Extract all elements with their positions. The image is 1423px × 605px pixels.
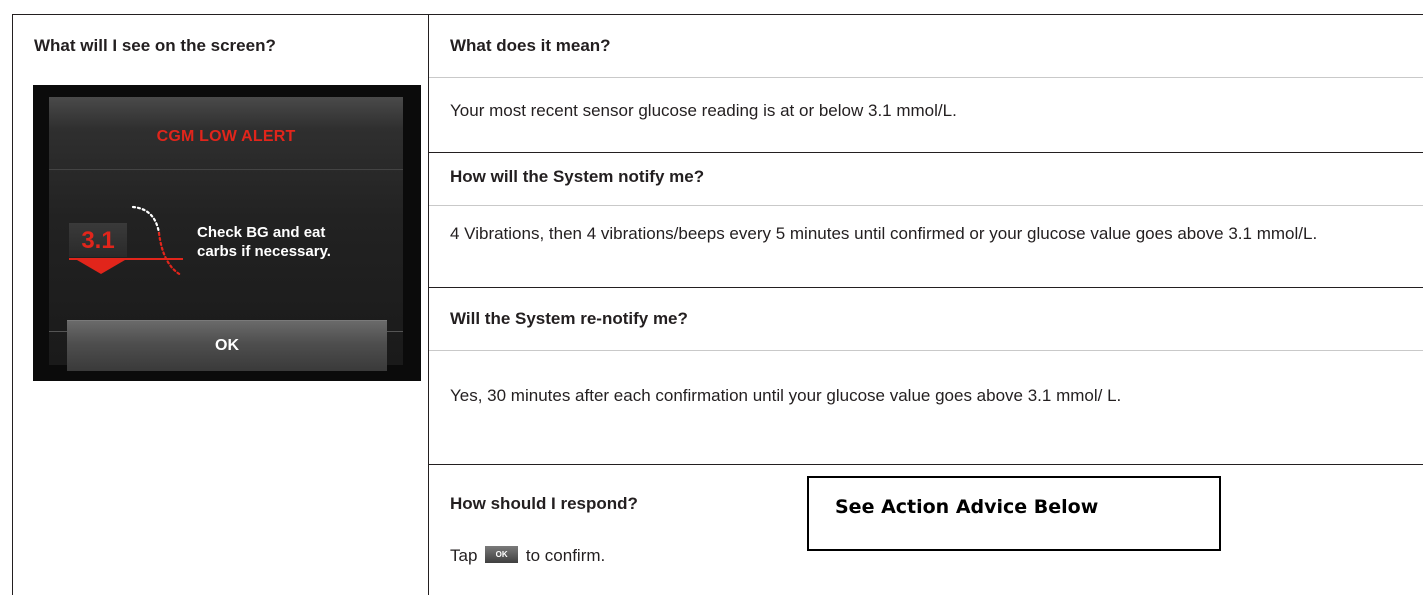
row-label: How will the System notify me? bbox=[450, 167, 705, 186]
row-divider bbox=[429, 77, 1423, 78]
row-body: Yes, 30 minutes after each confirmation … bbox=[450, 386, 1122, 405]
glucose-value: 3.1 bbox=[81, 227, 115, 254]
left-column: What will I see on the screen? CGM LOW A… bbox=[13, 15, 429, 595]
screen-heading: What will I see on the screen? bbox=[34, 36, 276, 55]
row-notify: How will the System notify me? 4 Vibrati… bbox=[429, 153, 1423, 288]
row-label: How should I respond? bbox=[450, 494, 638, 513]
row-divider bbox=[429, 350, 1423, 351]
downward-dotted-trend-icon bbox=[131, 205, 183, 277]
alert-title: CGM LOW ALERT bbox=[156, 128, 296, 145]
row-renotify: Will the System re-notify me? Yes, 30 mi… bbox=[429, 288, 1423, 465]
row-label: What does it mean? bbox=[450, 36, 611, 55]
action-advice-box: See Action Advice Below bbox=[807, 476, 1221, 551]
row-meaning: What does it mean? Your most recent sens… bbox=[429, 15, 1423, 153]
row-body: Your most recent sensor glucose reading … bbox=[450, 101, 957, 120]
down-arrow-icon bbox=[77, 260, 125, 274]
glucose-value-box: 3.1 bbox=[69, 223, 127, 257]
row-body: 4 Vibrations, then 4 vibrations/beeps ev… bbox=[450, 224, 1318, 243]
row-body-prefix: Tap bbox=[450, 546, 478, 565]
row-label: Will the System re-notify me? bbox=[450, 309, 688, 328]
ok-chip-icon: OK bbox=[485, 546, 519, 564]
row-body-suffix: to confirm. bbox=[525, 546, 606, 565]
row-divider bbox=[429, 205, 1423, 206]
alert-message: Check BG and eat carbs if necessary. bbox=[197, 223, 331, 261]
ok-button[interactable]: OK bbox=[67, 320, 387, 371]
dialog-divider bbox=[49, 169, 403, 170]
alert-message-line2: carbs if necessary. bbox=[197, 243, 331, 260]
device-screen: CGM LOW ALERT 3.1 Check BG and eat carbs… bbox=[33, 85, 421, 381]
action-advice-text: See Action Advice Below bbox=[835, 496, 1099, 518]
alert-message-line1: Check BG and eat bbox=[197, 224, 326, 241]
